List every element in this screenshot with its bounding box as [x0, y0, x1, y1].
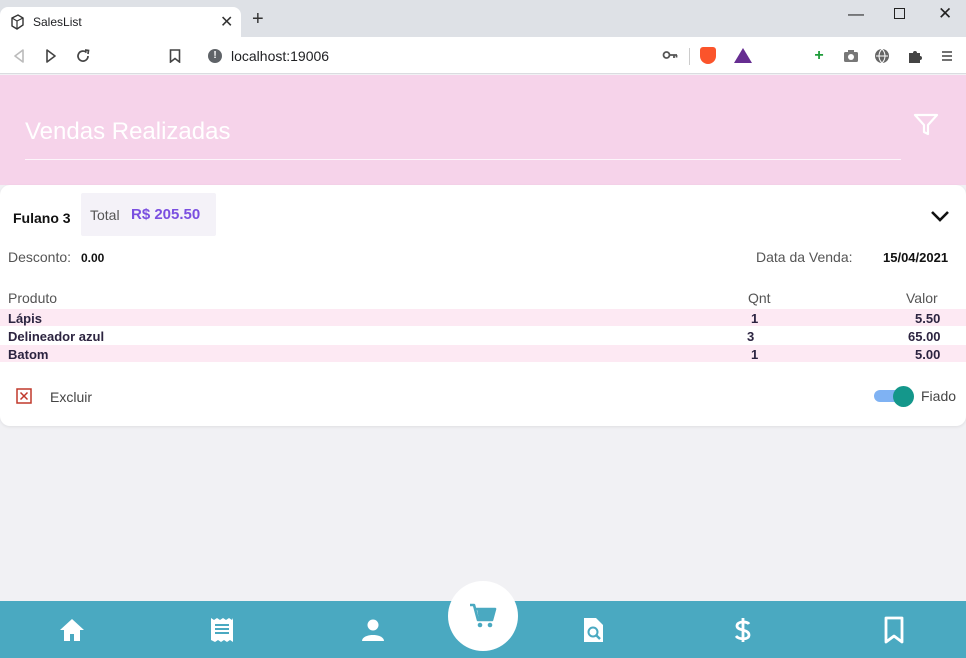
back-icon[interactable]: [9, 46, 29, 66]
cart-button[interactable]: [448, 581, 518, 651]
bookmark-icon[interactable]: [879, 615, 909, 645]
item-value: 5.00: [915, 347, 941, 362]
chevron-down-icon[interactable]: [929, 208, 951, 224]
new-tab-button[interactable]: +: [252, 9, 264, 29]
filter-icon[interactable]: [913, 113, 939, 137]
item-qty: 1: [751, 311, 759, 326]
column-header-product: Produto: [8, 290, 58, 306]
item-value: 5.50: [915, 311, 941, 326]
tab-close-icon[interactable]: ✕: [220, 12, 233, 32]
item-qty: 3: [747, 329, 755, 344]
forward-icon[interactable]: [41, 46, 61, 66]
table-row: Delineador azul 3 65.00: [0, 327, 966, 344]
total-label: Total: [90, 207, 120, 223]
url-text[interactable]: localhost:19006: [231, 48, 329, 64]
total-value: R$ 205.50: [131, 206, 201, 223]
key-icon[interactable]: [662, 47, 678, 63]
search-document-icon[interactable]: [578, 615, 608, 645]
header-divider: [25, 159, 901, 160]
app-favicon-icon: [11, 14, 24, 30]
add-extension-icon[interactable]: +: [810, 47, 828, 65]
item-value: 65.00: [908, 329, 941, 344]
discount-value: 0.00: [81, 251, 105, 265]
sale-card: Fulano 3 Total R$ 205.50 Desconto: 0.00 …: [0, 185, 966, 426]
browser-tab[interactable]: SalesList ✕: [0, 7, 241, 37]
delete-button[interactable]: Excluir: [50, 389, 92, 405]
site-info-icon[interactable]: !: [208, 49, 222, 63]
browser-tabbar: SalesList ✕ + — ✕: [0, 0, 966, 37]
total-box: Total R$ 205.50: [81, 193, 216, 236]
page-title: Vendas Realizadas: [25, 118, 231, 145]
tab-title: SalesList: [33, 15, 82, 29]
person-icon[interactable]: [358, 615, 388, 645]
home-icon[interactable]: [57, 615, 87, 645]
fiado-toggle-knob[interactable]: [893, 386, 914, 407]
minimize-icon[interactable]: —: [848, 6, 864, 24]
window-close-icon[interactable]: ✕: [938, 4, 952, 24]
sale-date-value: 15/04/2021: [883, 250, 949, 265]
menu-icon[interactable]: [938, 47, 956, 65]
column-header-qty: Qnt: [748, 290, 771, 306]
table-row: Lápis 1 5.50: [0, 309, 966, 326]
extensions-puzzle-icon[interactable]: [906, 47, 924, 65]
omnibox-divider: [689, 48, 690, 65]
bookmark-page-icon[interactable]: [165, 46, 185, 66]
item-product: Delineador azul: [8, 329, 105, 344]
browser-toolbar: ! localhost:19006 +: [0, 37, 966, 74]
camera-icon[interactable]: [842, 47, 860, 65]
brave-rewards-icon[interactable]: [734, 48, 752, 63]
receipt-icon[interactable]: [207, 615, 237, 645]
reload-icon[interactable]: [73, 46, 93, 66]
brave-shields-icon[interactable]: [700, 47, 716, 64]
address-bar[interactable]: ! localhost:19006: [198, 42, 761, 70]
item-product: Batom: [8, 347, 49, 362]
fiado-label: Fiado: [921, 388, 957, 404]
maximize-icon[interactable]: [894, 8, 905, 19]
table-row: Batom 1 5.00: [0, 345, 966, 362]
item-product: Lápis: [8, 311, 42, 326]
app-header: Vendas Realizadas: [0, 75, 966, 185]
sale-date-label: Data da Venda:: [756, 249, 853, 265]
dollar-icon[interactable]: [728, 615, 758, 645]
column-header-value: Valor: [906, 290, 938, 306]
discount-label: Desconto:: [8, 249, 72, 265]
customer-name: Fulano 3: [13, 210, 71, 226]
globe-extension-icon[interactable]: [873, 47, 891, 65]
delete-icon[interactable]: [16, 388, 32, 404]
item-qty: 1: [751, 347, 759, 362]
cart-icon: [470, 603, 497, 628]
